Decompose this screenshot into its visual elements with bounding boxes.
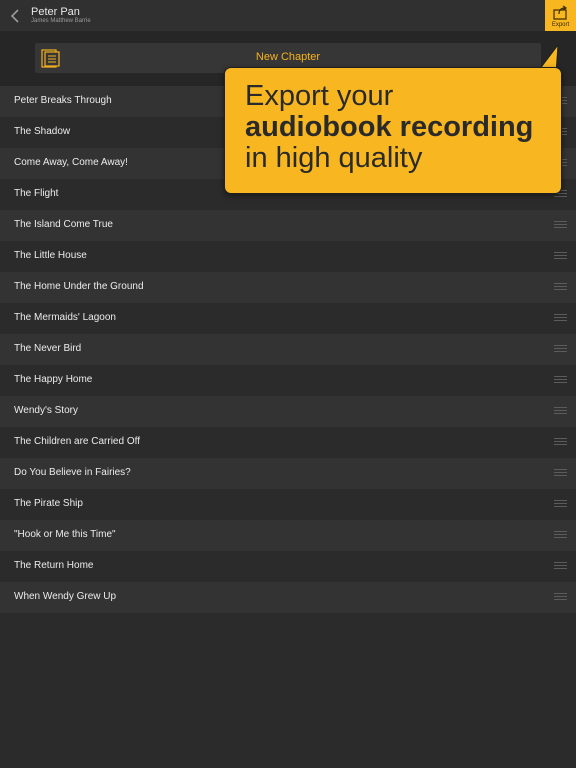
chapter-row[interactable]: When Wendy Grew Up bbox=[0, 582, 576, 613]
chapter-title: The Never Bird bbox=[14, 343, 82, 354]
reorder-handle-icon[interactable] bbox=[554, 221, 567, 230]
chapter-row[interactable]: The Return Home bbox=[0, 551, 576, 582]
chapter-row[interactable]: The Home Under the Ground bbox=[0, 272, 576, 303]
chapter-row[interactable]: The Happy Home bbox=[0, 365, 576, 396]
export-promo-callout: Export your audiobook recording in high … bbox=[224, 67, 562, 194]
chapter-title: The Happy Home bbox=[14, 374, 93, 385]
chapter-title: The Island Come True bbox=[14, 219, 113, 230]
chapter-row[interactable]: The Island Come True bbox=[0, 210, 576, 241]
reorder-handle-icon[interactable] bbox=[554, 469, 567, 478]
chapter-title: The Shadow bbox=[14, 126, 71, 137]
reorder-handle-icon[interactable] bbox=[554, 314, 567, 323]
reorder-handle-icon[interactable] bbox=[554, 438, 567, 447]
chapter-row[interactable]: The Mermaids' Lagoon bbox=[0, 303, 576, 334]
chapter-row[interactable]: Do You Believe in Fairies? bbox=[0, 458, 576, 489]
chapter-row[interactable]: The Never Bird bbox=[0, 334, 576, 365]
chapter-title: Wendy's Story bbox=[14, 405, 78, 416]
top-bar: Peter Pan James Matthew Barrie Export bbox=[0, 0, 576, 31]
reorder-handle-icon[interactable] bbox=[554, 593, 567, 602]
reorder-handle-icon[interactable] bbox=[554, 562, 567, 571]
reorder-handle-icon[interactable] bbox=[554, 376, 567, 385]
new-chapter-label: New Chapter bbox=[255, 51, 321, 63]
book-title: Peter Pan bbox=[31, 6, 80, 18]
chapter-title: The Little House bbox=[14, 250, 87, 261]
export-icon bbox=[553, 5, 568, 20]
chapter-row[interactable]: "Hook or Me this Time" bbox=[0, 520, 576, 551]
chapter-title: Peter Breaks Through bbox=[14, 95, 112, 106]
chapter-row[interactable]: Wendy's Story bbox=[0, 396, 576, 427]
chapter-title: When Wendy Grew Up bbox=[14, 591, 117, 602]
promo-line-3: in high quality bbox=[245, 142, 423, 174]
promo-line-2: audiobook recording bbox=[245, 111, 534, 143]
reorder-handle-icon[interactable] bbox=[554, 252, 567, 261]
chapter-row[interactable]: The Little House bbox=[0, 241, 576, 272]
chapter-title: Do You Believe in Fairies? bbox=[14, 467, 131, 478]
chapter-title: "Hook or Me this Time" bbox=[14, 529, 116, 540]
promo-text: Export your audiobook recording in high … bbox=[245, 81, 555, 174]
chapter-title: The Pirate Ship bbox=[14, 498, 83, 509]
chapter-title: The Mermaids' Lagoon bbox=[14, 312, 116, 323]
promo-line-1: Export your bbox=[245, 80, 394, 112]
chapter-title: Come Away, Come Away! bbox=[14, 157, 128, 168]
chapter-title: The Children are Carried Off bbox=[14, 436, 140, 447]
reorder-handle-icon[interactable] bbox=[554, 283, 567, 292]
book-author: James Matthew Barrie bbox=[31, 18, 91, 24]
reorder-handle-icon[interactable] bbox=[554, 407, 567, 416]
chapter-title: The Flight bbox=[14, 188, 59, 199]
chapter-title: The Home Under the Ground bbox=[14, 281, 144, 292]
reorder-handle-icon[interactable] bbox=[554, 531, 567, 540]
chapter-row[interactable]: The Children are Carried Off bbox=[0, 427, 576, 458]
chapter-row[interactable]: The Pirate Ship bbox=[0, 489, 576, 520]
chapter-title: The Return Home bbox=[14, 560, 94, 571]
export-button[interactable]: Export bbox=[545, 0, 576, 31]
reorder-handle-icon[interactable] bbox=[554, 500, 567, 509]
back-chevron-icon[interactable] bbox=[9, 8, 23, 24]
reorder-handle-icon[interactable] bbox=[554, 345, 567, 354]
export-label: Export bbox=[551, 22, 570, 28]
